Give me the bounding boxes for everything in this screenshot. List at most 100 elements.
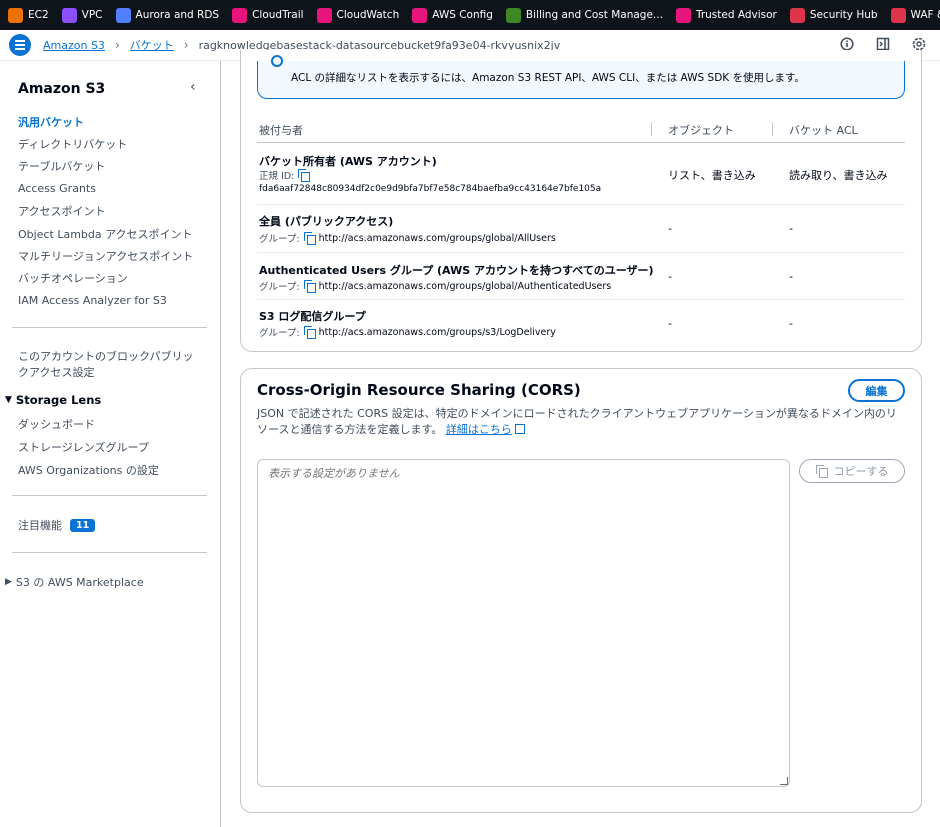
canonical-id-value: fda6aaf72848c80934df2c0e9d9bfa7bf7e58c78…: [259, 184, 602, 194]
canonical-id-label: 正規 ID:: [259, 168, 313, 182]
copy-button-label: コピーする: [833, 465, 889, 478]
grantee-authenticated-users: Authenticated Users グループ (AWS アカウントを持つすべ…: [259, 264, 654, 277]
column-divider: [772, 122, 773, 136]
favorite-label: CloudWatch: [336, 9, 400, 21]
sidebar-item-object-lambda[interactable]: Object Lambda アクセスポイント: [18, 226, 193, 242]
column-header-bucket-acl: バケット ACL: [789, 124, 858, 137]
service-icon: [115, 7, 131, 23]
sidebar-item-block-public-access-line2[interactable]: クアクセス設定: [18, 364, 94, 380]
cors-description-text: JSON で記述された CORS 設定は、特定のドメインにロードされたクライアン…: [257, 407, 897, 436]
featured-label: 注目機能: [18, 519, 62, 532]
sidebar: Amazon S3 ‹ 汎用バケット ディレクトリバケット テーブルバケット A…: [0, 61, 221, 827]
cors-description: JSON で記述された CORS 設定は、特定のドメインにロードされたクライアン…: [257, 406, 907, 438]
service-icon: [505, 7, 521, 23]
cors-config-textarea[interactable]: [257, 459, 790, 787]
panel-toggle-icon[interactable]: [876, 37, 890, 51]
group-uri: グループ: http://acs.amazonaws.com/groups/gl…: [259, 279, 611, 293]
divider: [12, 327, 207, 328]
sidebar-item-dashboards[interactable]: ダッシュボード: [18, 416, 95, 432]
column-header-grantee: 被付与者: [259, 124, 303, 137]
copy-icon[interactable]: [303, 326, 316, 339]
settings-icon[interactable]: [912, 37, 926, 51]
storage-lens-title: Storage Lens: [15, 393, 102, 407]
favorite-label: Billing and Cost Manage...: [525, 9, 663, 21]
learn-more-link[interactable]: 詳細はこちら: [446, 423, 512, 436]
sidebar-item-block-public-access-line1[interactable]: このアカウントのブロックパブリッ: [18, 348, 193, 364]
sidebar-item-multi-region[interactable]: マルチリージョンアクセスポイント: [18, 248, 193, 264]
favorite-item[interactable]: VPC: [61, 7, 103, 23]
service-icon: [412, 7, 428, 23]
sidebar-item-featured[interactable]: 注目機能 11: [18, 517, 96, 533]
favorite-item[interactable]: Billing and Cost Manage...: [505, 7, 663, 23]
favorite-item[interactable]: CloudTrail: [232, 7, 304, 23]
sidebar-item-batch-operations[interactable]: バッチオペレーション: [18, 270, 128, 286]
group-label: グループ:: [259, 328, 300, 339]
sidebar-item-directory-buckets[interactable]: ディレクトリバケット: [18, 136, 127, 152]
resize-handle-icon[interactable]: [780, 777, 788, 785]
edit-button[interactable]: 編集: [848, 379, 905, 402]
group-uri: グループ: http://acs.amazonaws.com/groups/gl…: [259, 231, 556, 245]
favorite-label: VPC: [81, 9, 103, 21]
favorite-label: Security Hub: [809, 9, 878, 21]
copy-icon[interactable]: [298, 169, 311, 182]
copy-icon[interactable]: [303, 232, 316, 245]
breadcrumb-buckets[interactable]: バケット: [130, 37, 174, 53]
favorite-item[interactable]: CloudWatch: [316, 7, 400, 23]
canonical-id-label-text: 正規 ID:: [259, 171, 295, 182]
favorite-item[interactable]: Trusted Advisor: [675, 7, 777, 23]
favorite-item[interactable]: EC2: [8, 7, 49, 23]
group-label: グループ:: [259, 234, 300, 245]
info-icon: [271, 55, 283, 67]
sidebar-item-storage-lens-groups[interactable]: ストレージレンズグループ: [18, 439, 149, 455]
copy-icon[interactable]: [303, 280, 316, 293]
bucket-acl-permission: -: [789, 270, 793, 283]
object-permission: リスト、書き込み: [668, 169, 756, 182]
divider: [12, 495, 207, 496]
alert-text: ACL の詳細なリストを表示するには、Amazon S3 REST API、AW…: [291, 72, 805, 84]
divider: [12, 552, 207, 553]
sidebar-item-table-buckets[interactable]: テーブルバケット: [18, 158, 105, 174]
grantee-everyone: 全員 (パブリックアクセス): [259, 215, 394, 228]
sidebar-title: Amazon S3: [18, 81, 106, 97]
chevron-right-icon: ›: [183, 38, 189, 52]
breadcrumb-amazon-s3[interactable]: Amazon S3: [43, 39, 105, 52]
service-icon: [316, 7, 332, 23]
service-icon: [890, 7, 906, 23]
group-uri-value: http://acs.amazonaws.com/groups/global/A…: [318, 232, 556, 244]
info-icon[interactable]: [840, 37, 854, 51]
favorite-item[interactable]: WAF & Shield: [890, 7, 940, 23]
sidebar-item-iam-access-analyzer[interactable]: IAM Access Analyzer for S3: [18, 294, 167, 307]
grantee-bucket-owner: バケット所有者 (AWS アカウント): [259, 155, 437, 168]
favorite-label: CloudTrail: [252, 9, 304, 21]
favorite-item[interactable]: Aurora and RDS: [115, 7, 219, 23]
chevron-right-icon: ›: [114, 38, 120, 52]
group-uri-value: http://acs.amazonaws.com/groups/global/A…: [318, 280, 612, 292]
bucket-acl-permission: -: [789, 222, 793, 235]
group-uri-value: http://acs.amazonaws.com/groups/s3/LogDe…: [318, 326, 556, 338]
external-link-icon[interactable]: [514, 424, 525, 434]
close-sidebar-icon[interactable]: ‹: [190, 79, 196, 95]
sidebar-item-organizations-settings[interactable]: AWS Organizations の設定: [18, 462, 159, 478]
favorite-label: EC2: [28, 9, 49, 21]
sidebar-item-general-buckets[interactable]: 汎用バケット: [18, 114, 84, 130]
grantee-log-delivery: S3 ログ配信グループ: [259, 310, 366, 323]
group-uri: グループ: http://acs.amazonaws.com/groups/s3…: [259, 325, 556, 339]
menu-icon[interactable]: [9, 34, 31, 56]
bucket-acl-permission: -: [789, 317, 793, 330]
storage-lens-section[interactable]: ▼ Storage Lens: [5, 393, 101, 407]
cors-title: Cross-Origin Resource Sharing (CORS): [257, 381, 581, 399]
sidebar-item-access-grants[interactable]: Access Grants: [18, 182, 96, 195]
row-divider: [257, 252, 905, 253]
favorite-item[interactable]: Security Hub: [789, 7, 878, 23]
sidebar-item-marketplace[interactable]: ▶ S3 の AWS Marketplace: [5, 574, 144, 590]
favorite-label: Trusted Advisor: [695, 9, 777, 21]
sidebar-item-access-points[interactable]: アクセスポイント: [18, 203, 105, 219]
copy-button[interactable]: コピーする: [799, 459, 905, 483]
caret-right-icon: ▶: [5, 577, 12, 587]
favorite-item[interactable]: AWS Config: [412, 7, 493, 23]
row-divider: [257, 299, 905, 300]
object-permission: -: [668, 317, 672, 330]
favorite-label: WAF & Shield: [910, 9, 940, 21]
object-permission: -: [668, 270, 672, 283]
service-icon: [232, 7, 248, 23]
